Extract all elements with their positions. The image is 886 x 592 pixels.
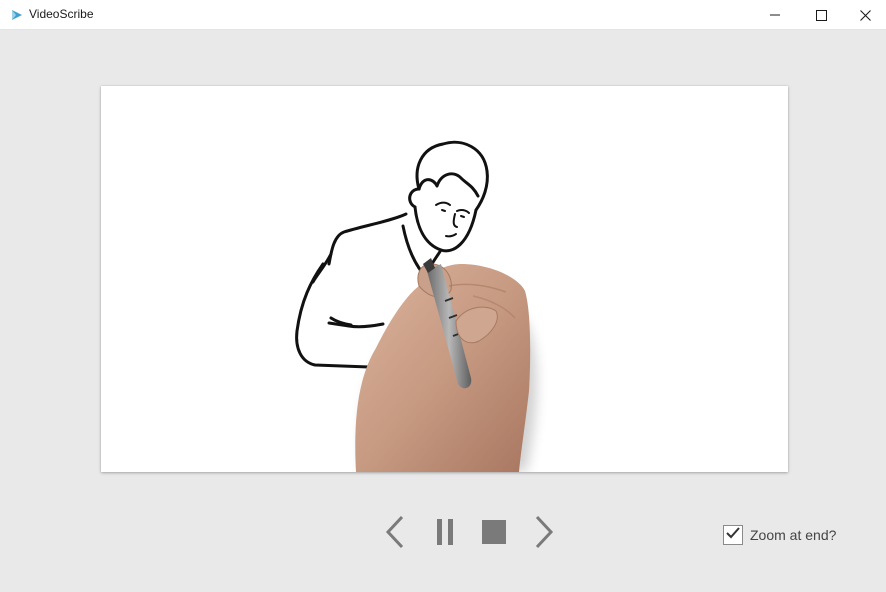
close-button[interactable]: [842, 0, 886, 30]
hand-drawing-businessman-illustration: [295, 140, 537, 472]
chevron-right-icon: [534, 515, 554, 554]
next-button[interactable]: [530, 515, 558, 553]
zoom-at-end-label: Zoom at end?: [750, 527, 837, 543]
maximize-button[interactable]: [798, 0, 844, 30]
minimize-button[interactable]: [752, 0, 798, 30]
close-icon: [859, 9, 871, 21]
preview-canvas: [101, 86, 788, 472]
window-title: VideoScribe: [29, 7, 94, 21]
pause-icon: [436, 518, 454, 551]
zoom-at-end-checkbox[interactable]: [723, 525, 743, 545]
stop-icon: [482, 519, 506, 549]
previous-button[interactable]: [381, 515, 409, 553]
maximize-icon: [815, 9, 827, 21]
pause-button[interactable]: [432, 517, 458, 551]
zoom-at-end-option[interactable]: Zoom at end?: [723, 523, 836, 547]
videoscribe-logo-icon: [10, 8, 24, 22]
stop-button[interactable]: [480, 519, 508, 549]
chevron-left-icon: [385, 515, 405, 554]
minimize-icon: [770, 10, 780, 20]
title-bar: VideoScribe: [0, 0, 886, 30]
checkmark-icon: [726, 526, 740, 544]
